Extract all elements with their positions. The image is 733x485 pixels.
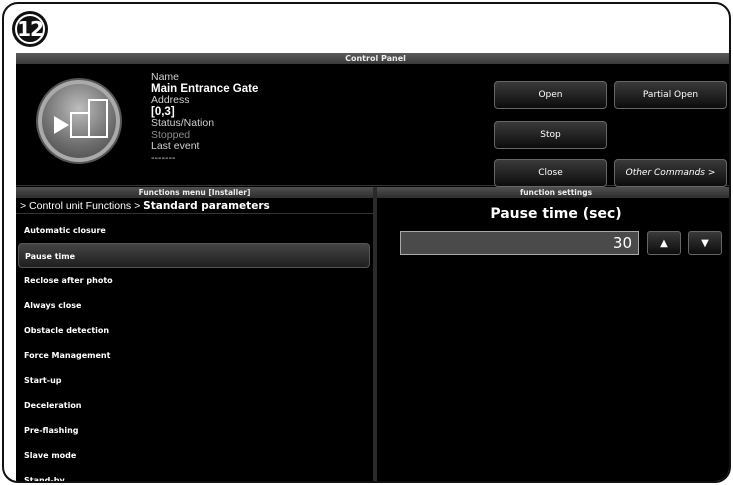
breadcrumb-path[interactable]: > Control unit Functions > xyxy=(20,200,143,212)
stop-button[interactable]: Stop xyxy=(494,121,607,149)
status-label: Status/Nation xyxy=(151,117,215,129)
partial-open-button[interactable]: Partial Open xyxy=(614,81,727,109)
function-menu-item[interactable]: Start-up xyxy=(16,368,373,393)
setting-title: Pause time (sec) xyxy=(490,206,622,222)
device-info: Name Main Entrance Gate Address [0,3] St… xyxy=(151,71,258,164)
functions-menu-panel: Functions menu [Installer] > Control uni… xyxy=(16,187,373,481)
functions-menu-header: Functions menu [Installer] xyxy=(16,187,373,198)
function-menu-item[interactable]: Always close xyxy=(16,293,373,318)
function-menu-item[interactable]: Automatic closure xyxy=(16,218,373,243)
breadcrumb-current: Standard parameters xyxy=(143,200,270,212)
figure-frame: 12 Control Panel Name Main Entrance Gate… xyxy=(2,2,731,483)
pause-time-value-field[interactable]: 30 xyxy=(400,231,639,255)
function-menu-item[interactable]: Deceleration xyxy=(16,393,373,418)
name-label: Name xyxy=(151,71,180,83)
function-menu-item[interactable]: Pre-flashing xyxy=(16,418,373,443)
last-event-value: ------- xyxy=(151,151,176,164)
function-menu-item[interactable]: Stand-by xyxy=(16,468,373,481)
last-event-label: Last event xyxy=(151,140,200,152)
function-settings-header: function settings xyxy=(377,187,729,198)
function-settings-panel: function settings Pause time (sec) 30 ▲ … xyxy=(377,187,729,481)
function-menu-item[interactable]: Reclose after photo xyxy=(16,268,373,293)
gate-status-icon xyxy=(38,80,120,162)
device-status-area: Name Main Entrance Gate Address [0,3] St… xyxy=(16,64,729,187)
function-menu-item[interactable]: Force Management xyxy=(16,343,373,368)
decrease-button[interactable]: ▼ xyxy=(688,231,722,255)
function-menu-item[interactable]: Obstacle detection xyxy=(16,318,373,343)
down-arrow-icon: ▼ xyxy=(701,237,709,249)
window-title: Control Panel xyxy=(16,53,729,64)
other-commands-button[interactable]: Other Commands > xyxy=(614,159,727,187)
function-menu-item[interactable]: Slave mode xyxy=(16,443,373,468)
functions-list: Automatic closure Pause time Reclose after… xyxy=(16,214,373,481)
breadcrumb: > Control unit Functions > Standard para… xyxy=(16,198,373,214)
up-arrow-icon: ▲ xyxy=(660,237,668,249)
increase-button[interactable]: ▲ xyxy=(647,231,681,255)
address-label: Address xyxy=(151,94,190,106)
open-button[interactable]: Open xyxy=(494,81,607,109)
control-panel-window: Control Panel Name Main Entrance Gate Ad… xyxy=(16,53,729,481)
function-panels: Functions menu [Installer] > Control uni… xyxy=(16,187,729,481)
close-button[interactable]: Close xyxy=(494,159,607,187)
step-number-badge: 12 xyxy=(12,11,48,47)
function-menu-item[interactable]: Pause time xyxy=(18,243,370,268)
